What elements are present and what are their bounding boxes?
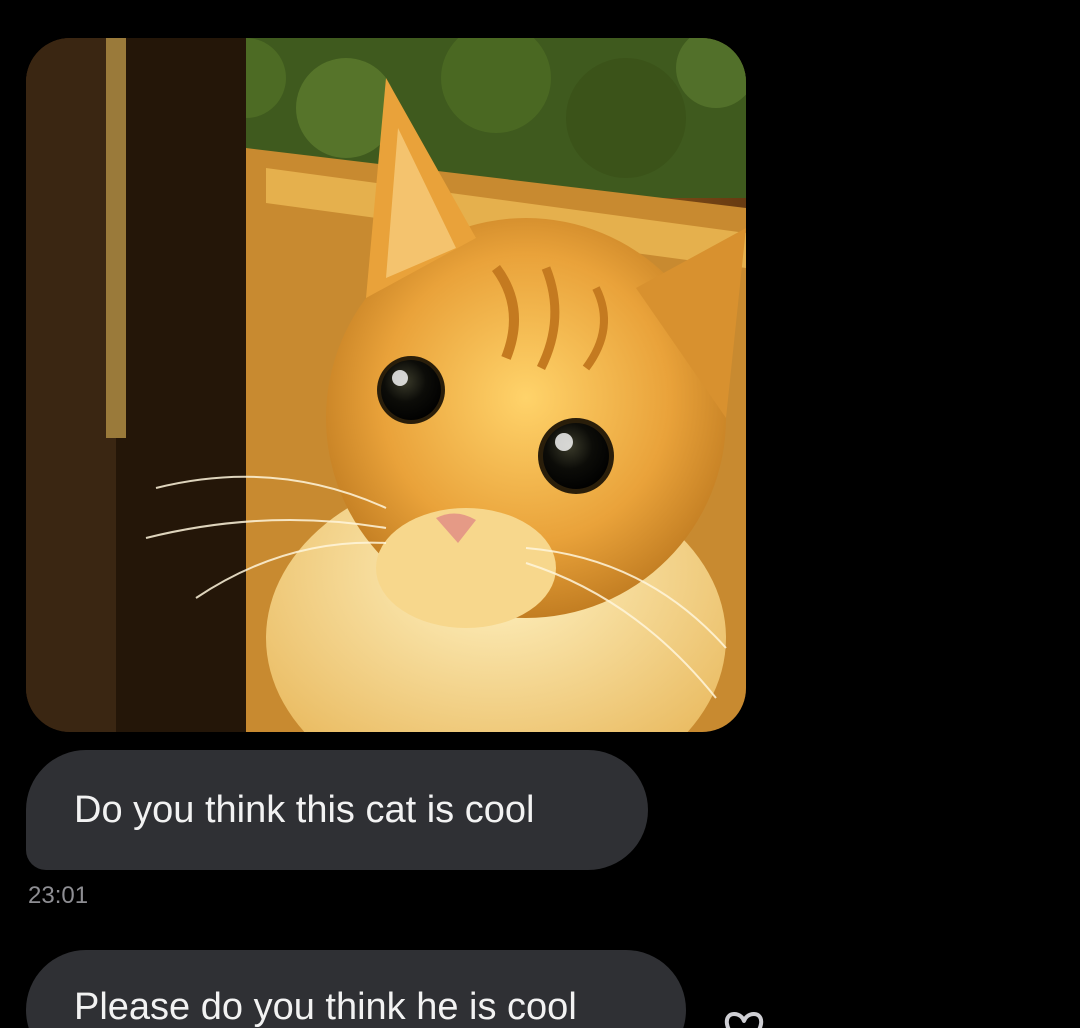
photo-message[interactable] <box>26 38 746 732</box>
chat-screen: Do you think this cat is cool 23:01 Plea… <box>0 0 1080 1028</box>
kitten-photo <box>26 38 746 732</box>
message-bubble[interactable]: Do you think this cat is cool <box>26 750 648 870</box>
heart-outline-icon[interactable] <box>712 1008 776 1028</box>
message-text: Do you think this cat is cool <box>74 788 535 831</box>
message-bubble[interactable]: Please do you think he is cool <box>26 950 686 1028</box>
message-text: Please do you think he is cool <box>74 986 577 1028</box>
message-timestamp: 23:01 <box>28 882 89 909</box>
